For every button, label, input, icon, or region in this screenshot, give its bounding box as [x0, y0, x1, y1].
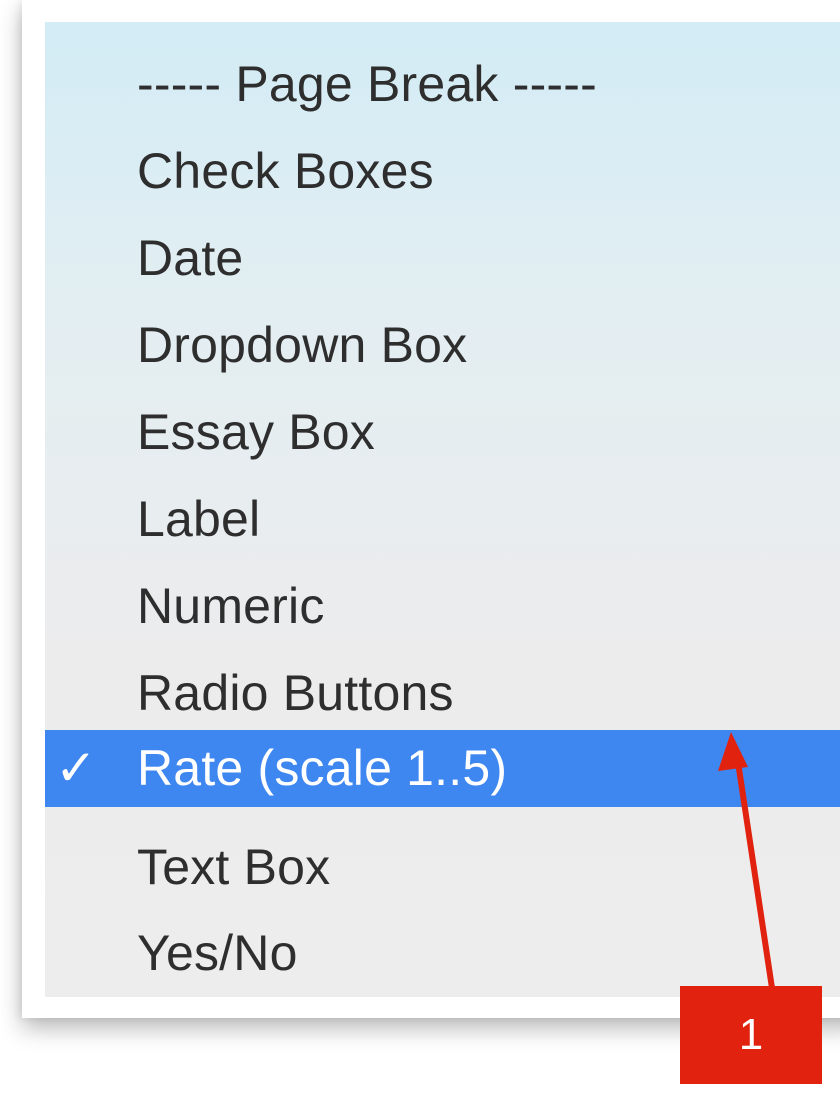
menu-item-radio-buttons[interactable]: Radio Buttons	[45, 661, 840, 726]
menu-item-numeric[interactable]: Numeric	[45, 574, 840, 639]
annotation-badge: 1	[680, 986, 822, 1084]
menu-item-label: Numeric	[137, 578, 325, 634]
menu-item-check-boxes[interactable]: Check Boxes	[45, 139, 840, 204]
menu-item-label: Label	[137, 491, 261, 547]
field-type-dropdown-menu: ----- Page Break ----- Check Boxes Date …	[45, 22, 840, 997]
menu-item-rate-scale[interactable]: ✓ Rate (scale 1..5)	[45, 730, 840, 807]
menu-item-label: Yes/No	[137, 925, 298, 981]
checkmark-icon: ✓	[55, 740, 97, 796]
menu-item-dropdown-box[interactable]: Dropdown Box	[45, 313, 840, 378]
menu-item-page-break[interactable]: ----- Page Break -----	[45, 52, 840, 117]
menu-item-label: ----- Page Break -----	[137, 56, 597, 112]
menu-item-yes-no[interactable]: Yes/No	[45, 921, 840, 986]
menu-item-label: Radio Buttons	[137, 665, 454, 721]
menu-item-label: Dropdown Box	[137, 317, 468, 373]
menu-item-label: Essay Box	[137, 404, 376, 460]
menu-item-essay-box[interactable]: Essay Box	[45, 400, 840, 465]
menu-item-text-box[interactable]: Text Box	[45, 835, 840, 900]
menu-item-label: Date	[137, 230, 244, 286]
menu-item-label: Check Boxes	[137, 143, 434, 199]
menu-item-label: Rate (scale 1..5)	[137, 740, 508, 796]
menu-item-date[interactable]: Date	[45, 226, 840, 291]
menu-item-label-field[interactable]: Label	[45, 487, 840, 552]
menu-item-label: Text Box	[137, 839, 331, 895]
